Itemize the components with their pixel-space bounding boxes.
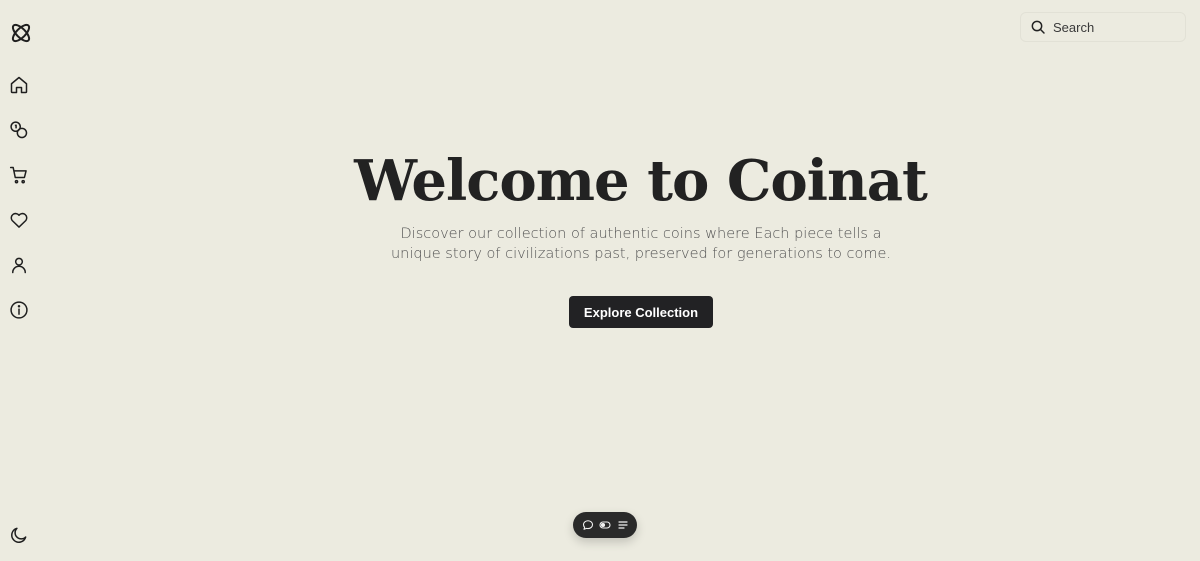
home-icon[interactable] — [8, 74, 30, 96]
search-box[interactable] — [1020, 12, 1186, 42]
info-icon[interactable] — [8, 299, 30, 321]
hero-title: Welcome to Coinat — [354, 148, 928, 214]
floating-toolbar — [573, 512, 637, 538]
sidebar — [0, 0, 40, 561]
toggle-icon[interactable] — [598, 518, 612, 532]
menu-icon[interactable] — [616, 518, 630, 532]
chat-icon[interactable] — [581, 518, 595, 532]
coins-icon[interactable] — [8, 119, 30, 141]
atom-logo-icon[interactable] — [9, 21, 33, 45]
user-icon[interactable] — [8, 254, 30, 276]
hero-subtitle: Discover our collection of authentic coi… — [390, 226, 892, 262]
page: Welcome to Coinat Discover our collectio… — [0, 0, 1200, 561]
moon-icon[interactable] — [8, 524, 30, 546]
search-input[interactable] — [1053, 19, 1173, 35]
explore-collection-button[interactable]: Explore Collection — [569, 296, 713, 328]
search-icon — [1031, 20, 1045, 34]
